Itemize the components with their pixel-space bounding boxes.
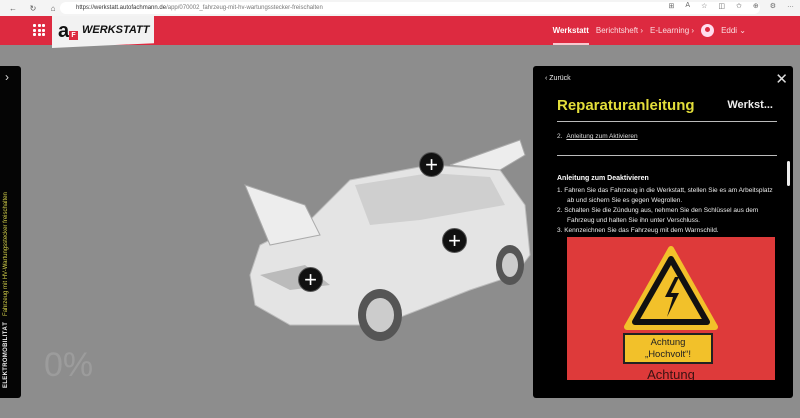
hotspot-rear[interactable]: + bbox=[419, 152, 444, 177]
logo-text: WERKSTATT bbox=[82, 24, 150, 36]
step-item: 2. Schalten Sie die Zündung aus, nehmen … bbox=[557, 207, 759, 224]
read-aloud-icon[interactable]: A bbox=[685, 2, 690, 10]
warning-plate: Achtung „Hochvolt“! bbox=[623, 333, 713, 364]
scrollbar[interactable] bbox=[787, 161, 790, 186]
warning-sign-image: Achtung „Hochvolt“! Achtung bbox=[567, 237, 775, 380]
high-voltage-icon bbox=[624, 246, 718, 330]
app-grid-icon[interactable] bbox=[33, 24, 45, 36]
avatar[interactable] bbox=[701, 24, 715, 37]
lesson-title: Fahrzeug mit HV-Wartungsstecker freischa… bbox=[3, 192, 9, 316]
app-header: a F WERKSTATT Werkstatt Berichtsheft › E… bbox=[0, 16, 800, 48]
nav-berichtsheft[interactable]: Berichtsheft › bbox=[596, 26, 643, 35]
nav-e-learning[interactable]: E-Learning › bbox=[650, 26, 694, 35]
more-icon[interactable]: … bbox=[787, 2, 794, 10]
hotspot-engine[interactable]: + bbox=[298, 267, 323, 292]
sign-caption: Achtung bbox=[647, 367, 695, 380]
collections-icon[interactable]: ⊕ bbox=[753, 2, 759, 10]
favorite-icon[interactable]: ☆ bbox=[701, 2, 707, 10]
panel-short-title: Werkst... bbox=[727, 99, 773, 111]
panel-title: Reparaturanleitung bbox=[557, 97, 695, 114]
split-screen-icon[interactable]: ◫ bbox=[718, 2, 725, 10]
hotspot-side[interactable]: + bbox=[442, 228, 467, 253]
logo-letter: a bbox=[58, 20, 70, 42]
user-menu[interactable]: Eddi ⌄ bbox=[721, 26, 746, 35]
extensions-icon[interactable]: ⚙ bbox=[770, 2, 776, 10]
back-icon[interactable]: ← bbox=[6, 4, 20, 13]
back-button[interactable]: ‹ Zurück bbox=[545, 75, 571, 82]
instruction-panel: ‹ Zurück ✕ Reparaturanleitung Werkst... … bbox=[533, 66, 793, 398]
sidebar: › ELEKTROMOBILITÄT Fahrzeug mit HV-Wartun… bbox=[0, 66, 21, 398]
logo[interactable]: a F WERKSTATT bbox=[52, 16, 154, 48]
divider bbox=[557, 155, 777, 156]
chevron-right-icon[interactable]: › bbox=[5, 70, 9, 84]
divider bbox=[557, 121, 777, 122]
address-bar[interactable]: https://werkstatt.autofachmann.de/app/07… bbox=[60, 2, 760, 14]
step-item: 3. Kennzeichnen Sie das Fahrzeug mit dem… bbox=[557, 227, 719, 234]
nav-werkstatt[interactable]: Werkstatt bbox=[552, 16, 590, 45]
back-label: Zurück bbox=[549, 75, 571, 82]
link-number: 2. bbox=[557, 133, 563, 140]
car-illustration bbox=[244, 139, 531, 341]
logo-sub: F bbox=[69, 31, 78, 40]
apps-icon[interactable]: ⊞ bbox=[669, 2, 675, 10]
url-path: /app/070002_fahrzeug-mit-hv-wartungsstec… bbox=[166, 5, 323, 11]
sign-line-2: „Hochvolt“! bbox=[645, 349, 691, 360]
section-heading: Anleitung zum Deaktivieren bbox=[557, 175, 649, 182]
category-label: ELEKTROMOBILITÄT bbox=[3, 321, 9, 388]
browser-bar: ← ↻ ⌂ https://werkstatt.autofachmann.de/… bbox=[0, 0, 800, 16]
close-icon[interactable]: ✕ bbox=[775, 70, 788, 88]
activate-link[interactable]: Anleitung zum Aktivieren bbox=[566, 133, 637, 140]
favorites-icon[interactable]: ✩ bbox=[736, 2, 742, 10]
home-icon[interactable]: ⌂ bbox=[46, 4, 60, 13]
progress-percent: 0% bbox=[44, 346, 94, 384]
step-item: 1. Fahren Sie das Fahrzeug in die Werkst… bbox=[557, 187, 773, 204]
reload-icon[interactable]: ↻ bbox=[26, 4, 40, 13]
url-host: https://werkstatt.autofachmann.de bbox=[76, 5, 167, 11]
sign-line-1: Achtung bbox=[650, 337, 686, 348]
